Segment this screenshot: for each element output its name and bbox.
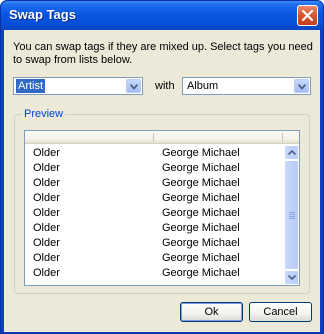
preview-group: Preview Older George Michael Older Georg… — [14, 108, 310, 294]
grip-line — [289, 216, 295, 217]
row-value-old: Older — [33, 267, 60, 279]
vertical-scrollbar[interactable] — [284, 145, 299, 285]
column-header-1[interactable] — [25, 131, 153, 144]
dialog-body: You can swap tags if they are mixed up. … — [4, 30, 320, 332]
row-value-new: George Michael — [162, 192, 240, 204]
source-dropdown-button[interactable] — [126, 79, 141, 93]
close-icon — [302, 10, 313, 21]
row-value-old: Older — [33, 192, 60, 204]
preview-list[interactable]: Older George Michael Older George Michae… — [24, 130, 300, 286]
column-header-2[interactable] — [154, 131, 282, 144]
scroll-down-button[interactable] — [284, 270, 299, 285]
row-value-new: George Michael — [162, 267, 240, 279]
target-tag-value: Album — [187, 80, 219, 92]
title-bar[interactable]: Swap Tags — [1, 1, 323, 30]
grip-line — [289, 212, 295, 213]
swap-tags-window: Swap Tags You can swap tags if they are … — [0, 0, 324, 334]
grip-line — [289, 218, 295, 219]
row-value-new: George Michael — [162, 252, 240, 264]
chevron-down-icon — [288, 275, 296, 280]
list-row[interactable]: Older George Michael — [25, 146, 284, 161]
row-value-new: George Michael — [162, 177, 240, 189]
list-row[interactable]: Older George Michael — [25, 191, 284, 206]
column-separator[interactable] — [282, 133, 283, 142]
with-label: with — [155, 80, 175, 92]
chevron-down-icon — [130, 84, 138, 90]
list-row[interactable]: Older George Michael — [25, 266, 284, 281]
row-value-new: George Michael — [162, 222, 240, 234]
target-tag-select[interactable]: Album — [182, 77, 311, 95]
grip-line — [289, 214, 295, 215]
scroll-up-button[interactable] — [284, 145, 299, 160]
row-value-old: Older — [33, 177, 60, 189]
list-row[interactable]: Older George Michael — [25, 221, 284, 236]
row-value-old: Older — [33, 237, 60, 249]
list-row[interactable]: Older George Michael — [25, 176, 284, 191]
ok-button[interactable]: Ok — [180, 302, 243, 322]
intro-text: You can swap tags if they are mixed up. … — [13, 41, 313, 66]
list-row[interactable]: Older George Michael — [25, 251, 284, 266]
row-value-old: Older — [33, 162, 60, 174]
row-value-old: Older — [33, 147, 60, 159]
row-value-new: George Michael — [162, 207, 240, 219]
list-row[interactable]: Older George Michael — [25, 236, 284, 251]
chevron-up-icon — [288, 150, 296, 155]
row-value-new: George Michael — [162, 237, 240, 249]
preview-label: Preview — [22, 108, 66, 120]
row-value-old: Older — [33, 252, 60, 264]
list-row[interactable]: Older George Michael — [25, 206, 284, 221]
row-value-old: Older — [33, 207, 60, 219]
window-title: Swap Tags — [9, 7, 76, 22]
list-header — [25, 131, 299, 144]
source-tag-select[interactable]: Artist — [13, 77, 143, 95]
list-row[interactable]: Older George Michael — [25, 161, 284, 176]
target-dropdown-button[interactable] — [294, 79, 309, 93]
source-tag-value: Artist — [16, 79, 46, 93]
close-button[interactable] — [297, 5, 318, 26]
chevron-down-icon — [298, 84, 306, 90]
row-value-old: Older — [33, 222, 60, 234]
row-value-new: George Michael — [162, 147, 240, 159]
scroll-thumb[interactable] — [284, 160, 299, 270]
cancel-button[interactable]: Cancel — [249, 302, 312, 322]
row-value-new: George Michael — [162, 162, 240, 174]
